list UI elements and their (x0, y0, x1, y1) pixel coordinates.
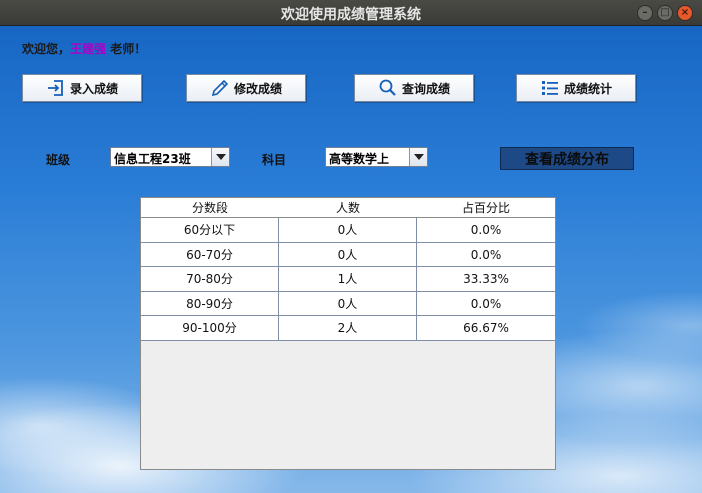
cell-percent[interactable]: 0.0% (417, 218, 555, 242)
import-icon (46, 78, 66, 98)
chevron-down-icon[interactable] (409, 148, 427, 166)
subject-select[interactable]: 高等数学上 (325, 147, 428, 167)
edit-scores-label: 修改成绩 (233, 81, 282, 96)
cell-count[interactable]: 0人 (279, 291, 417, 316)
cell-score-range[interactable]: 70-80分 (141, 267, 279, 291)
class-select-value: 信息工程23班 (114, 152, 191, 166)
cell-percent[interactable]: 33.33% (417, 267, 555, 291)
enter-scores-button[interactable]: 录入成绩 (22, 74, 142, 102)
close-button[interactable]: × (677, 5, 693, 21)
table-row[interactable]: 60分以下 0人 0.0% (141, 218, 555, 243)
table-row[interactable]: 60-70分 0人 0.0% (141, 242, 555, 268)
cell-count[interactable]: 2人 (279, 316, 417, 340)
cell-score-range[interactable]: 60分以下 (141, 218, 279, 242)
subject-select-value: 高等数学上 (329, 152, 390, 166)
cell-percent[interactable]: 0.0% (417, 292, 555, 316)
view-distribution-button[interactable]: 查看成绩分布 (500, 147, 634, 170)
chevron-down-icon[interactable] (211, 148, 229, 166)
cell-count[interactable]: 0人 (279, 242, 417, 267)
username: 王建强 (70, 42, 107, 56)
list-icon (540, 78, 560, 98)
cell-percent[interactable]: 0.0% (417, 243, 555, 267)
welcome-prefix: 欢迎您， (22, 42, 71, 56)
cell-score-range[interactable]: 60-70分 (141, 242, 279, 267)
class-select[interactable]: 信息工程23班 (110, 147, 230, 167)
subject-label: 科目 (262, 153, 287, 167)
main-panel: 欢迎您，王建强 老师！ 录入成绩 修改成绩 查询成绩 成绩统计 班级 信息工程2… (0, 26, 702, 493)
cell-score-range[interactable]: 90-100分 (141, 316, 279, 340)
class-label: 班级 (46, 153, 71, 167)
enter-scores-label: 录入成绩 (69, 81, 118, 96)
header-percent[interactable]: 占百分比 (417, 198, 555, 217)
minimize-button[interactable]: – (637, 5, 653, 21)
table-header: 分数段 人数 占百分比 (141, 198, 555, 218)
header-score-range[interactable]: 分数段 (141, 198, 279, 217)
welcome-suffix: 老师！ (106, 42, 147, 56)
maximize-button[interactable]: □ (657, 5, 673, 21)
table-row[interactable]: 70-80分 1人 33.33% (141, 267, 555, 292)
welcome-text: 欢迎您，王建强 老师！ (22, 40, 146, 57)
score-stats-button[interactable]: 成绩统计 (516, 74, 636, 102)
cell-percent[interactable]: 66.67% (417, 316, 555, 340)
search-icon (378, 78, 398, 98)
pencil-icon (210, 78, 230, 98)
header-count[interactable]: 人数 (279, 198, 417, 217)
cell-count[interactable]: 1人 (279, 267, 417, 291)
edit-scores-button[interactable]: 修改成绩 (186, 74, 306, 102)
table-row[interactable]: 90-100分 2人 66.67% (141, 316, 555, 341)
title-bar: 欢迎使用成绩管理系统 – □ × (0, 0, 702, 26)
cell-count[interactable]: 0人 (279, 218, 417, 242)
window-title: 欢迎使用成绩管理系统 (281, 7, 421, 23)
table-row[interactable]: 80-90分 0人 0.0% (141, 291, 555, 317)
score-distribution-table: 分数段 人数 占百分比 60分以下 0人 0.0% 60-70分 0人 0.0%… (140, 197, 556, 470)
query-scores-label: 查询成绩 (401, 81, 450, 96)
cell-score-range[interactable]: 80-90分 (141, 291, 279, 316)
score-stats-label: 成绩统计 (563, 81, 612, 96)
query-scores-button[interactable]: 查询成绩 (354, 74, 474, 102)
